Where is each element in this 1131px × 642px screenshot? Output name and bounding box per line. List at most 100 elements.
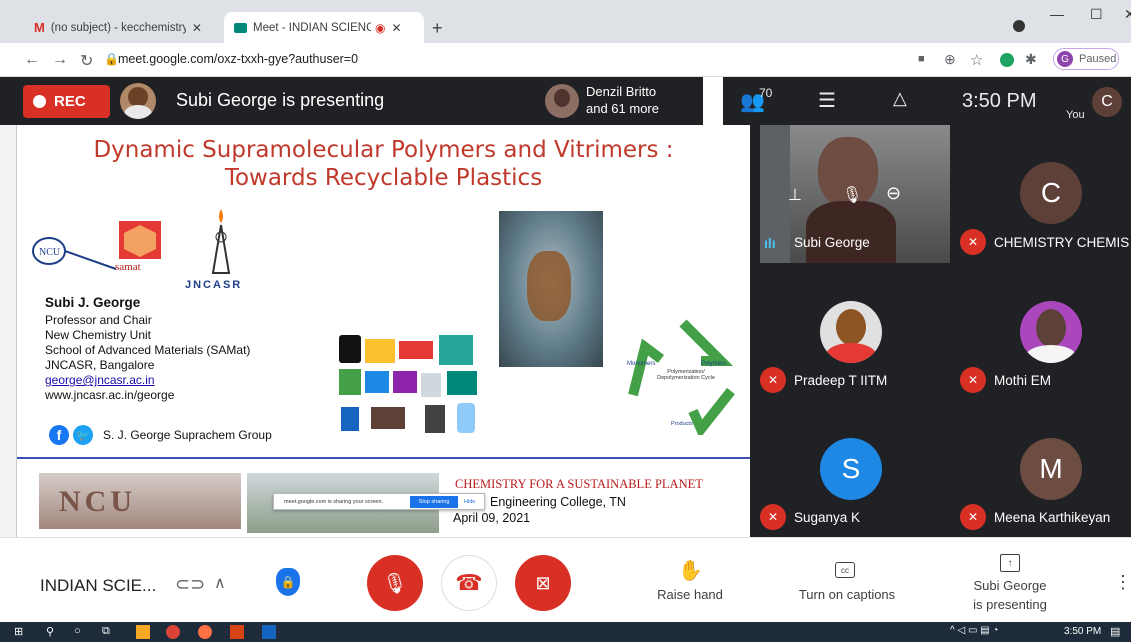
camera-icon[interactable]: ■	[918, 53, 925, 65]
leave-call-button[interactable]: ☎	[441, 555, 497, 611]
powerpoint-icon[interactable]	[230, 625, 244, 639]
stop-sharing-button[interactable]: Stop sharing	[410, 496, 458, 508]
present-button[interactable]: ↑ Subi George is presenting	[960, 548, 1060, 614]
college-name: Engineering College, TN	[490, 495, 626, 509]
puzzle-icon[interactable]: ✱	[1025, 51, 1037, 68]
url-field[interactable]: meet.google.com/oxz-txxh-gye?authuser=0	[118, 52, 358, 66]
back-icon[interactable]: ←	[24, 51, 40, 69]
file-explorer-icon[interactable]	[136, 625, 150, 639]
meeting-name[interactable]: INDIAN SCIE...	[40, 576, 156, 596]
search-icon[interactable]: ⚲	[46, 625, 60, 639]
mic-off-icon: ✕	[960, 229, 986, 255]
samat-logo: samat	[115, 221, 165, 283]
remove-icon[interactable]: ⊖	[886, 183, 901, 204]
gmail-icon: M	[34, 20, 45, 35]
email-link[interactable]: george@jncasr.ac.in	[45, 373, 155, 388]
raise-hand-button[interactable]: ✋ Raise hand	[650, 552, 730, 604]
jncasr-logo-text: JNCASR	[185, 279, 243, 291]
close-tab-icon[interactable]: ✕	[192, 21, 202, 35]
hide-button[interactable]: Hide	[464, 499, 475, 505]
present-screen-icon: ↑	[1000, 554, 1020, 572]
notifications-icon[interactable]: ▤	[1110, 625, 1120, 638]
camera-off-icon: ⊠	[535, 572, 551, 593]
presentation-slide: Dynamic Supramolecular Polymers and Vitr…	[17, 127, 750, 537]
products-label: Products	[671, 421, 693, 427]
lock-icon[interactable]: 🔒	[104, 52, 119, 66]
info-line: JNCASR, Bangalore	[45, 358, 155, 372]
activities-icon[interactable]: △	[893, 88, 907, 109]
zoom-icon[interactable]: ⊕	[944, 51, 956, 68]
address-bar: ← → ↻ 🔒 meet.google.com/oxz-txxh-gye?aut…	[0, 43, 1131, 77]
minimize-icon[interactable]: —	[1050, 6, 1064, 22]
more-count: and 61 more	[586, 101, 659, 116]
more-options-icon[interactable]: ⋮	[1114, 572, 1131, 593]
speaking-icon: ılı	[764, 235, 776, 251]
mic-off-icon: ✕	[760, 367, 786, 393]
polymers-label: Polymers	[701, 361, 727, 367]
tab-meet[interactable]: Meet - INDIAN SCIENCE AC/ ◉ ✕	[224, 12, 424, 43]
participant-tile-subi[interactable]: ⊥ 🎙 ⊖ ılı Subi George	[760, 125, 950, 263]
clock: 3:50 PM	[962, 90, 1037, 112]
reload-icon[interactable]: ↻	[80, 51, 93, 71]
participant-photo	[1020, 301, 1082, 363]
chrome-icon[interactable]	[166, 625, 180, 639]
profile-button[interactable]: G Paused	[1053, 48, 1119, 70]
chem-title: CHEMISTRY FOR A SUSTAINABLE PLANET	[455, 477, 703, 491]
recording-dot-icon: ◉	[375, 20, 386, 35]
ncu-building-image: NCU	[39, 473, 241, 529]
tab-search-icon[interactable]	[1013, 20, 1025, 32]
presenting-status: Subi George is presenting	[176, 90, 385, 110]
tab-label: Meet - INDIAN SCIENCE AC/	[253, 21, 371, 34]
new-tab-button[interactable]: +	[432, 18, 443, 39]
cortana-icon[interactable]: ○	[74, 625, 88, 639]
extension-icon[interactable]	[1000, 53, 1014, 67]
divider	[703, 77, 723, 125]
camera-button[interactable]: ⊠	[515, 555, 571, 611]
task-view-icon[interactable]: ⧉	[102, 625, 116, 639]
attachment-icon[interactable]: ⊂⊃	[175, 574, 205, 595]
plastic-products-image	[335, 327, 485, 437]
bookmark-star-icon[interactable]: ☆	[970, 51, 983, 69]
hand-icon: ✋	[678, 560, 703, 582]
tab-gmail[interactable]: M (no subject) - kecchemistry@kon ✕	[24, 12, 224, 43]
windows-start-icon[interactable]: ⊞	[14, 625, 28, 639]
sharing-notice: meet.google.com is sharing your screen. …	[273, 493, 485, 510]
twitter-icon: 🐦	[73, 425, 93, 445]
captions-button[interactable]: cc Turn on captions	[788, 552, 906, 604]
pin-icon[interactable]: ⊥	[788, 185, 802, 205]
profile-avatar: G	[1057, 51, 1073, 67]
samat-logo-text: samat	[115, 261, 141, 273]
participants-summary[interactable]: Denzil Britto and 61 more	[586, 83, 659, 117]
captions-label: Turn on captions	[798, 587, 896, 602]
mic-icon[interactable]: 🎙	[842, 185, 862, 205]
profile-status: Paused	[1079, 53, 1117, 65]
jncasr-logo: JNCASR	[185, 207, 265, 297]
chat-icon[interactable]: ☰	[818, 88, 836, 113]
raise-hand-label: Raise hand	[657, 587, 723, 602]
present-line2: is presenting	[973, 597, 1047, 612]
participant-photo	[820, 301, 882, 363]
info-line: School of Advanced Materials (SAMat)	[45, 343, 251, 357]
chevron-up-icon[interactable]: ∧	[214, 573, 226, 593]
microphone-button[interactable]: 🎙	[367, 555, 423, 611]
mic-off-icon: ✕	[960, 367, 986, 393]
slide-title-line2: Towards Recyclable Plastics	[224, 165, 543, 191]
firefox-icon[interactable]	[198, 625, 212, 639]
security-shield-icon[interactable]: 🔒	[276, 568, 300, 596]
you-label: You	[1066, 109, 1085, 121]
rec-label: REC	[54, 93, 86, 110]
maximize-icon[interactable]: ☐	[1090, 6, 1103, 23]
slide-title-line1: Dynamic Supramolecular Polymers and Vitr…	[93, 137, 674, 163]
website-line: www.jncasr.ac.in/george	[45, 388, 175, 402]
close-window-icon[interactable]: ✕	[1124, 6, 1131, 23]
taskbar-clock: 3:50 PM	[1064, 626, 1102, 637]
tray-icons[interactable]: ^ ◁ ▭ ▤ ◔	[950, 625, 998, 636]
close-tab-icon[interactable]: ✕	[391, 21, 401, 35]
presenter-name: Subi J. George	[45, 295, 141, 310]
forward-icon[interactable]: →	[52, 51, 68, 69]
recycle-cycle-diagram: Monomers Polymers Polymerization/ Depoly…	[623, 317, 743, 439]
word-icon[interactable]	[262, 625, 276, 639]
participant-avatar: S	[820, 438, 882, 500]
you-avatar[interactable]: C	[1092, 87, 1122, 117]
participant-avatar: C	[1020, 162, 1082, 224]
